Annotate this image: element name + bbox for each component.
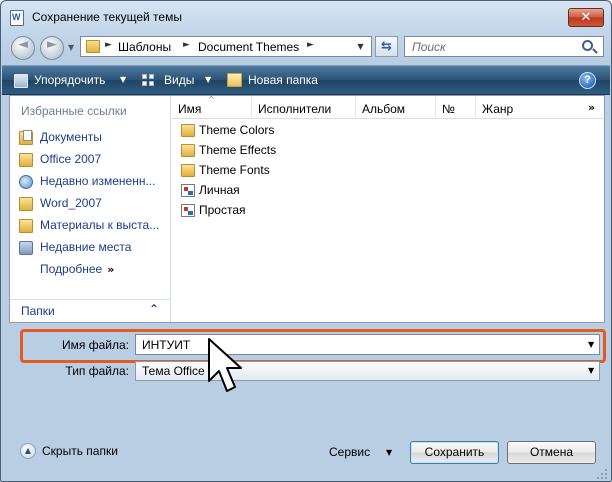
file-list: ^ Имя Исполнители Альбом № Жанр » Theme … (172, 95, 604, 322)
column-header-row: ^ Имя Исполнители Альбом № Жанр » (172, 95, 604, 119)
folder-icon (181, 164, 195, 177)
search-box[interactable]: Поиск (404, 36, 604, 57)
column-header-name[interactable]: ^ Имя (172, 95, 252, 119)
filetype-dropdown-icon[interactable]: ▼ (588, 366, 594, 375)
cancel-button[interactable]: Отмена (507, 441, 596, 464)
file-row[interactable]: Личная (172, 181, 372, 201)
file-name: Theme Fonts (199, 163, 270, 177)
forward-button[interactable]: ► (40, 36, 64, 60)
close-button[interactable]: ✕ (568, 8, 604, 27)
nav-item-recently-changed[interactable]: Недавно измененн... (10, 172, 170, 192)
refresh-button[interactable]: ⇆ (375, 36, 398, 57)
breadcrumb-separator-icon[interactable]: ► (307, 40, 314, 50)
file-row[interactable]: Простая (172, 201, 372, 221)
nav-item-office-2007[interactable]: Office 2007 (10, 150, 170, 170)
file-name: Личная (199, 183, 240, 197)
resize-grip-icon[interactable] (597, 469, 609, 481)
nav-item-label: Office 2007 (40, 152, 102, 166)
back-arrow-icon: ◄ (18, 37, 28, 52)
file-row[interactable]: Theme Effects (172, 141, 372, 161)
back-button[interactable]: ◄ (11, 36, 35, 60)
column-header-genre[interactable]: Жанр (476, 97, 580, 119)
file-row[interactable]: Theme Colors (172, 121, 372, 141)
help-icon[interactable]: ? (579, 72, 596, 89)
more-links-button[interactable]: Подробнее » (40, 262, 114, 276)
more-columns-icon[interactable]: » (588, 101, 595, 114)
nav-item-label: Недавно измененн... (40, 174, 156, 188)
hide-folders-label: Скрыть папки (42, 444, 118, 458)
filename-label: Имя файла: (62, 338, 129, 352)
nav-item-label: Недавние места (40, 240, 132, 254)
organize-button[interactable]: Упорядочить (34, 73, 105, 87)
save-theme-dialog: Сохранение текущей темы ✕ ◄ ► ▼ ► Шаблон… (0, 0, 612, 482)
breadcrumb-document-themes[interactable]: Document Themes (198, 40, 299, 54)
folder-icon (19, 153, 33, 167)
search-icon[interactable] (582, 40, 593, 51)
folder-icon (86, 40, 100, 53)
word-app-icon (10, 10, 24, 26)
filetype-value: Тема Office (142, 364, 205, 378)
favorite-links-header: Избранные ссылки (21, 104, 127, 118)
folders-label: Папки (21, 304, 55, 318)
nav-item-label: Материалы к выста... (40, 218, 160, 232)
filename-field[interactable] (136, 335, 576, 354)
breadcrumb-templates[interactable]: Шаблоны (118, 40, 171, 54)
chevron-up-icon: ⌃ (149, 302, 160, 316)
theme-file-icon (181, 204, 195, 217)
address-dropdown-icon[interactable]: ▼ (351, 37, 370, 56)
column-header-album[interactable]: Альбом (356, 97, 436, 119)
folder-icon (19, 219, 33, 233)
places-icon (19, 241, 33, 255)
nav-item-word-2007[interactable]: Word_2007 (10, 194, 170, 214)
file-row[interactable]: Theme Fonts (172, 161, 372, 181)
column-header-artists[interactable]: Исполнители (252, 97, 356, 119)
close-icon: ✕ (580, 10, 592, 25)
browser-panes: Избранные ссылки Документы Office 2007 Н… (9, 95, 605, 323)
folder-icon (181, 124, 195, 137)
more-links-label: Подробнее (40, 262, 103, 276)
chevron-up-icon: ▲ (20, 443, 36, 459)
breadcrumb-separator-icon[interactable]: ► (105, 40, 112, 50)
mouse-pointer-icon (208, 338, 242, 392)
recent-icon (19, 175, 33, 189)
address-bar[interactable]: ► Шаблоны ► Document Themes ► (80, 36, 372, 57)
theme-file-icon (181, 184, 195, 197)
save-button[interactable]: Сохранить (410, 441, 499, 464)
organize-icon (14, 74, 28, 88)
window-title: Сохранение текущей темы (32, 10, 182, 24)
filename-dropdown-icon[interactable]: ▼ (588, 340, 594, 349)
nav-item-recent-places[interactable]: Недавние места (10, 238, 170, 258)
tools-dropdown-icon[interactable]: ▼ (386, 448, 392, 457)
documents-folder-icon (19, 130, 33, 145)
new-folder-icon (227, 73, 242, 87)
nav-item-label: Документы (40, 130, 102, 144)
sort-ascending-icon: ^ (208, 95, 215, 104)
history-dropdown-icon[interactable]: ▼ (68, 41, 78, 55)
navigation-pane: Избранные ссылки Документы Office 2007 Н… (10, 96, 171, 322)
nav-item-exhibition-materials[interactable]: Материалы к выста... (10, 216, 170, 236)
organize-dropdown-icon[interactable]: ▼ (120, 75, 126, 84)
file-name: Theme Colors (199, 123, 275, 137)
file-name: Theme Effects (199, 143, 277, 157)
nav-item-documents[interactable]: Документы (10, 128, 170, 148)
tools-menu-button[interactable]: Сервис (329, 445, 370, 459)
search-input[interactable]: Поиск (412, 40, 446, 54)
views-button[interactable]: Виды (164, 73, 194, 87)
file-name: Простая (199, 203, 246, 217)
folders-toggle[interactable]: Папки ⌃ (10, 299, 170, 322)
double-chevron-icon: » (107, 263, 115, 276)
nav-item-label: Word_2007 (40, 196, 102, 210)
breadcrumb-separator-icon[interactable]: ► (183, 40, 190, 50)
column-header-number[interactable]: № (436, 97, 476, 119)
filetype-label: Тип файла: (65, 364, 129, 378)
new-folder-button[interactable]: Новая папка (248, 73, 318, 87)
forward-arrow-icon: ► (47, 37, 57, 52)
command-bar: Упорядочить ▼ Виды ▼ Новая папка ? (2, 65, 610, 95)
views-icon (142, 74, 156, 88)
folder-icon (181, 144, 195, 157)
views-dropdown-icon[interactable]: ▼ (205, 75, 211, 84)
folder-icon (19, 197, 33, 211)
refresh-icon: ⇆ (381, 39, 392, 54)
title-bar: Сохранение текущей темы ✕ (1, 1, 611, 33)
